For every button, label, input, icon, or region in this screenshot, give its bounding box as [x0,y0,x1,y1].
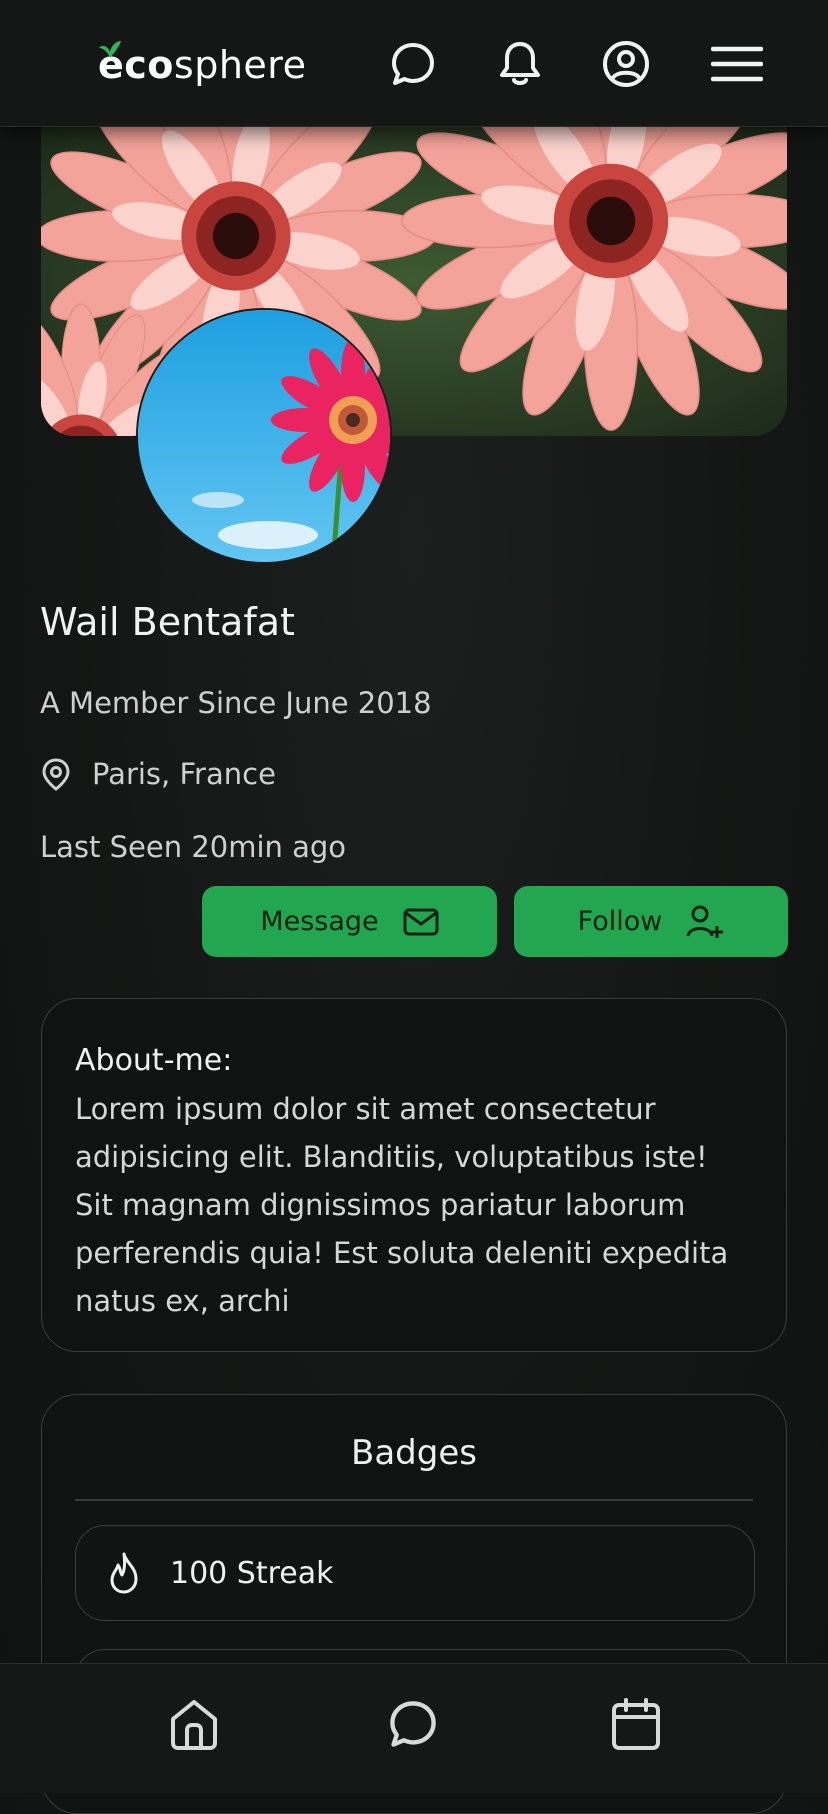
badges-divider [75,1499,753,1501]
mail-icon [403,908,439,935]
about-card: About-me: Lorem ipsum dolor sit amet con… [41,998,787,1352]
about-heading: About-me: [75,1043,233,1078]
chat-icon[interactable] [383,1694,443,1754]
badges-heading: Badges [351,1433,477,1473]
badge-label: 100 Streak [170,1555,334,1591]
bell-icon[interactable] [494,38,546,90]
profile-avatar[interactable] [136,308,392,564]
chat-icon[interactable] [387,38,439,90]
about-text: Lorem ipsum dolor sit amet consectetur a… [75,1092,729,1318]
last-seen: Last Seen 20min ago [40,830,347,864]
follow-button[interactable]: Follow [514,886,788,957]
location-pin-icon [42,758,70,791]
add-user-icon [686,905,724,938]
logo-text-rest: sphere [173,43,307,87]
menu-icon[interactable] [711,38,763,90]
ecosphere-logo[interactable]: eco sphere [98,40,306,90]
message-button[interactable]: Message [202,886,497,957]
location-text: Paris, France [92,757,276,791]
profile-location: Paris, France [40,757,276,791]
badge-item[interactable]: 100 Streak [75,1525,755,1621]
follow-button-label: Follow [577,906,663,937]
profile-name: Wail Bentafat [40,600,295,644]
flame-icon [110,1552,138,1594]
leaf-icon [99,41,121,58]
top-bar: eco sphere [0,0,828,127]
member-since: A Member Since June 2018 [40,686,432,720]
message-button-label: Message [260,906,379,937]
home-icon[interactable] [164,1694,224,1754]
bottom-nav [0,1663,828,1793]
calendar-icon[interactable] [606,1694,666,1754]
account-icon[interactable] [600,38,652,90]
